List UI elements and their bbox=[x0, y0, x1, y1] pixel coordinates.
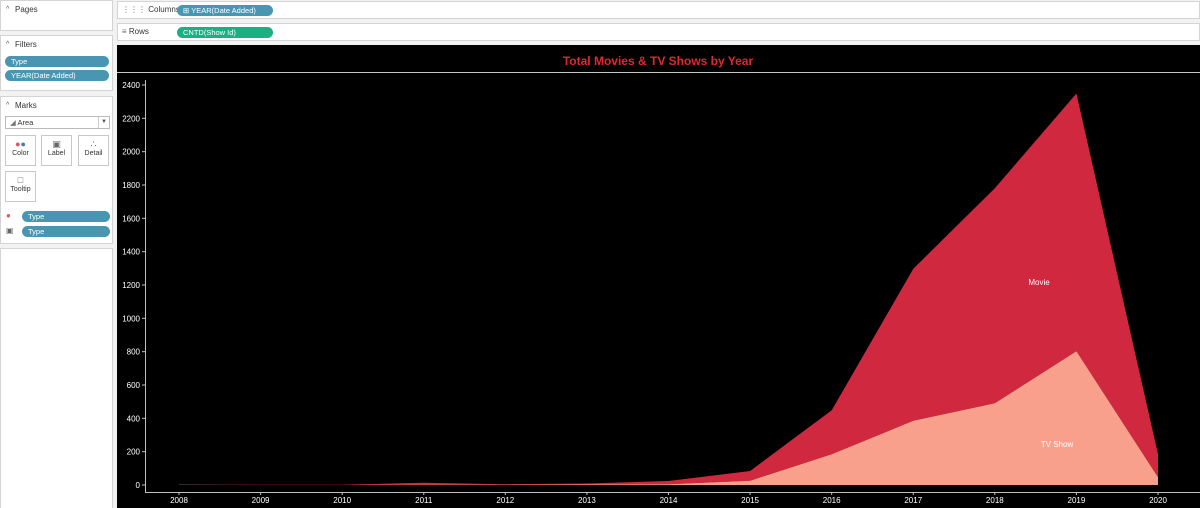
columns-icon: ⋮⋮⋮ bbox=[122, 5, 146, 14]
plot-area: 0 200 400 600 800 1000 1200 1400 1600 1800 2000 220… bbox=[122, 80, 1200, 505]
x-tick-label: 2011 bbox=[415, 496, 433, 505]
mark-type-value: Area bbox=[17, 118, 34, 127]
filter-pill-type[interactable]: Type bbox=[5, 56, 109, 67]
x-tick-label: 2019 bbox=[1068, 496, 1086, 505]
color-button[interactable]: ●● Color bbox=[5, 135, 36, 166]
marks-title: Marks bbox=[15, 100, 37, 110]
filters-card: ^ Filters Type YEAR(Date Added) bbox=[0, 35, 113, 91]
label-encoding-icon: ▣ bbox=[6, 226, 14, 235]
viz-area: Total Movies & TV Shows by Year 0 200 400 6… bbox=[117, 45, 1200, 508]
collapse-caret-icon[interactable]: ^ bbox=[6, 41, 15, 48]
x-tick-label: 2010 bbox=[333, 496, 351, 505]
x-tick-label: 2018 bbox=[986, 496, 1004, 505]
y-tick-label: 1000 bbox=[122, 314, 140, 323]
filters-header[interactable]: ^ Filters bbox=[1, 36, 112, 52]
chevron-down-icon[interactable]: ▼ bbox=[98, 117, 109, 128]
y-tick-label: 2400 bbox=[122, 81, 140, 90]
collapse-caret-icon[interactable]: ^ bbox=[6, 6, 15, 13]
y-tick-label: 1400 bbox=[122, 248, 140, 257]
chart-title: Total Movies & TV Shows by Year bbox=[563, 54, 754, 68]
columns-label-text: Columns bbox=[148, 5, 180, 14]
color-dots-icon: ●● bbox=[15, 139, 26, 149]
filter-pill-year-date-added[interactable]: YEAR(Date Added) bbox=[5, 70, 109, 81]
detail-dots-icon: ∴ bbox=[90, 139, 97, 149]
tooltip-button[interactable]: □ Tooltip bbox=[5, 171, 36, 202]
x-tick-label: 2016 bbox=[823, 496, 841, 505]
area-chart: Total Movies & TV Shows by Year 0 200 400 6… bbox=[117, 54, 1200, 505]
y-tick-label: 600 bbox=[127, 381, 141, 390]
detail-button-label: Detail bbox=[84, 150, 103, 157]
series-label-movie: Movie bbox=[1028, 278, 1050, 287]
y-tick-label: 1600 bbox=[122, 214, 140, 223]
x-tick-label: 2015 bbox=[741, 496, 759, 505]
series-label-tv-show: TV Show bbox=[1041, 440, 1074, 449]
label-button-label: Label bbox=[47, 150, 66, 157]
color-encoding-pill-type[interactable]: Type bbox=[22, 211, 110, 222]
y-tick-label: 0 bbox=[136, 481, 141, 490]
pages-card: ^ Pages bbox=[0, 0, 113, 31]
rows-shelf[interactable]: ≡ Rows CNTD(Show Id) bbox=[117, 23, 1200, 41]
left-pane: ^ Pages ^ Filters Type YEAR(Date Added) … bbox=[0, 0, 113, 508]
marks-header[interactable]: ^ Marks bbox=[1, 97, 112, 113]
mark-type-dropdown[interactable]: ◢ Area ▼ bbox=[5, 116, 110, 129]
x-tick-label: 2008 bbox=[170, 496, 188, 505]
x-tick-label: 2014 bbox=[660, 496, 678, 505]
rows-label-text: Rows bbox=[128, 27, 149, 36]
color-button-label: Color bbox=[12, 150, 29, 157]
y-tick-label: 2200 bbox=[122, 114, 140, 123]
y-tick-label: 200 bbox=[127, 448, 141, 457]
label-button[interactable]: ▣ Label bbox=[41, 135, 72, 166]
empty-card-area bbox=[0, 248, 113, 508]
x-tick-label: 2017 bbox=[904, 496, 922, 505]
columns-shelf[interactable]: ⋮⋮⋮ Columns ⊞ YEAR(Date Added) bbox=[117, 1, 1200, 19]
x-tick-label: 2020 bbox=[1149, 496, 1167, 505]
marks-card: ^ Marks ◢ Area ▼ ●● Color ▣ Label ∴ Deta… bbox=[0, 96, 113, 244]
x-tick-label: 2012 bbox=[496, 496, 514, 505]
x-tick-label: 2013 bbox=[578, 496, 596, 505]
rows-pill-cntd-show-id[interactable]: CNTD(Show Id) bbox=[177, 27, 273, 38]
rows-shelf-label: ≡ Rows bbox=[122, 24, 149, 40]
pages-header[interactable]: ^ Pages bbox=[1, 1, 112, 17]
text-label-icon: ▣ bbox=[52, 139, 61, 149]
area-chart-icon: ◢ bbox=[10, 118, 16, 127]
pages-title: Pages bbox=[15, 4, 38, 14]
y-tick-label: 800 bbox=[127, 348, 141, 357]
y-tick-label: 1200 bbox=[122, 281, 140, 290]
x-tick-label: 2009 bbox=[252, 496, 270, 505]
columns-shelf-label: ⋮⋮⋮ Columns bbox=[122, 2, 180, 18]
y-tick-label: 1800 bbox=[122, 181, 140, 190]
color-encoding-icon: ● bbox=[6, 211, 11, 220]
filters-title: Filters bbox=[15, 39, 37, 49]
columns-pill-year-date-added[interactable]: ⊞ YEAR(Date Added) bbox=[177, 5, 273, 16]
rows-icon: ≡ bbox=[122, 27, 127, 36]
y-tick-label: 400 bbox=[127, 414, 141, 423]
tooltip-button-label: Tooltip bbox=[10, 186, 31, 193]
collapse-caret-icon[interactable]: ^ bbox=[6, 102, 15, 109]
columns-pill-text: YEAR(Date Added) bbox=[191, 6, 256, 15]
y-tick-label: 2000 bbox=[122, 148, 140, 157]
expand-plus-icon[interactable]: ⊞ bbox=[183, 6, 189, 15]
speech-bubble-icon: □ bbox=[17, 175, 24, 185]
detail-button[interactable]: ∴ Detail bbox=[78, 135, 109, 166]
label-encoding-pill-type[interactable]: Type bbox=[22, 226, 110, 237]
